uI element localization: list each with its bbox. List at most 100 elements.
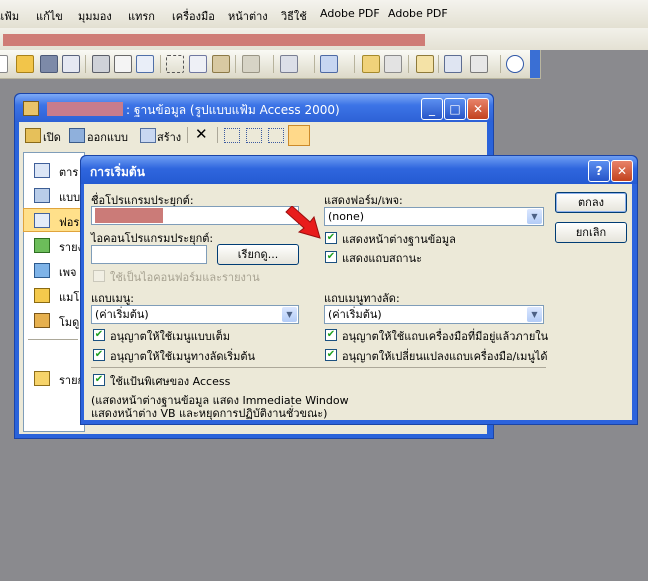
paste-icon[interactable] — [212, 55, 230, 73]
menu-help[interactable]: วิธีใช้ — [281, 7, 307, 25]
large-icons-icon[interactable] — [224, 128, 240, 143]
close-button[interactable]: ✕ — [611, 160, 633, 182]
print-icon[interactable] — [92, 55, 110, 73]
dialog-body: ชื่อโปรแกรมประยุกต์: ไอคอนโปรแกรมประยุกต… — [84, 184, 632, 420]
sidebar-item-queries[interactable]: แบบ — [24, 184, 82, 206]
new-icon[interactable] — [0, 55, 8, 73]
sidebar-item-label: เพจ — [59, 266, 77, 279]
favorites-icon — [34, 371, 50, 386]
allow-builtin-toolbars-label: อนุญาตให้ใช้แถบเครื่องมือที่มีอยู่แล้วภา… — [342, 330, 549, 343]
allow-default-shortcut-checkbox[interactable]: ✔ — [93, 349, 105, 361]
redaction-bar — [3, 34, 425, 46]
startup-dialog: การเริ่มต้น ? ✕ ชื่อโปรแกรมประยุกต์: ไอค… — [80, 155, 638, 425]
allow-full-menus-checkbox[interactable]: ✔ — [93, 329, 105, 341]
objects-sidebar: ตาร แบบ ฟอร รายง เพจ แมโ โมดู รายก — [23, 152, 85, 432]
office-links-icon[interactable] — [280, 55, 298, 73]
display-form-select[interactable]: (none) ▼ — [324, 207, 544, 226]
ok-button[interactable]: ตกลง — [555, 192, 627, 213]
menu-adobe-pdf-1[interactable]: Adobe PDF — [320, 7, 380, 20]
save-icon[interactable] — [40, 55, 58, 73]
search-file-icon[interactable] — [62, 55, 80, 73]
use-icon-checkbox[interactable] — [93, 270, 105, 282]
use-special-keys-checkbox[interactable]: ✔ — [93, 374, 105, 386]
shortcut-menu-select[interactable]: (ค่าเริ่มต้น) ▼ — [324, 305, 544, 324]
app-icon-input[interactable] — [91, 245, 207, 264]
toolbar-separator — [160, 55, 161, 73]
allow-builtin-toolbars-checkbox[interactable]: ✔ — [325, 329, 337, 341]
design-button[interactable]: ออกแบบ — [87, 128, 128, 146]
menu-bar-value: (ค่าเริ่มต้น) — [95, 308, 149, 321]
menu-tools[interactable]: เครื่องมือ — [172, 7, 215, 25]
menu-edit[interactable]: แก้ไข — [36, 7, 63, 25]
standard-toolbar — [0, 50, 541, 79]
allow-toolbar-changes-checkbox[interactable]: ✔ — [325, 349, 337, 361]
app-title-input[interactable] — [91, 206, 299, 225]
create-button[interactable]: สร้าง — [157, 128, 181, 146]
cut-icon[interactable] — [166, 55, 184, 73]
toolbar-separator — [438, 55, 439, 73]
analyze-icon[interactable] — [320, 55, 338, 73]
show-status-bar-label: แสดงแถบสถานะ — [342, 252, 423, 265]
show-status-bar-checkbox[interactable]: ✔ — [325, 251, 337, 263]
sidebar-item-label: โมดู — [59, 316, 80, 329]
reports-icon — [34, 238, 50, 253]
sidebar-item-label: แบบ — [59, 191, 81, 204]
open-button[interactable]: เปิด — [43, 128, 61, 146]
allow-full-menus-label: อนุญาตให้ใช้เมนูแบบเต็ม — [110, 330, 231, 343]
open-icon[interactable] — [16, 55, 34, 73]
dialog-titlebar[interactable]: การเริ่มต้น ? ✕ — [81, 156, 637, 184]
menu-bar-select[interactable]: (ค่าเริ่มต้น) ▼ — [91, 305, 299, 324]
show-db-window-checkbox[interactable]: ✔ — [325, 232, 337, 244]
toolbar-separator — [408, 55, 409, 73]
properties-icon[interactable] — [384, 55, 402, 73]
sidebar-item-favorites[interactable]: รายก — [24, 367, 84, 389]
modules-icon — [34, 313, 50, 328]
menu-window[interactable]: หน้าต่าง — [228, 7, 268, 25]
special-keys-note-2: แสดงหน้าต่าง VB และหยุดการปฏิบัติงานชั่ว… — [91, 407, 328, 420]
delete-icon[interactable]: ✕ — [195, 125, 208, 143]
toolbar-options-grip[interactable] — [530, 50, 540, 78]
menu-file[interactable]: แฟ้ม — [0, 7, 19, 25]
divider — [91, 367, 546, 368]
relationships-icon[interactable] — [416, 55, 434, 73]
small-icons-icon[interactable] — [246, 128, 262, 143]
allow-default-shortcut-label: อนุญาตให้ใช้เมนูทางลัดเริ่มต้น — [110, 350, 256, 363]
menu-insert[interactable]: แทรก — [128, 7, 155, 25]
analyze-table-icon[interactable] — [470, 55, 488, 73]
app-title-redaction — [95, 208, 163, 223]
toolbar-separator — [273, 55, 274, 73]
chevron-down-icon[interactable]: ▼ — [282, 307, 297, 322]
database-window-titlebar[interactable]: : ฐานข้อมูล (รูปแบบแฟ้ม Access 2000) _ □… — [15, 94, 493, 122]
menu-view[interactable]: มุมมอง — [78, 7, 112, 25]
spelling-icon[interactable] — [136, 55, 154, 73]
close-button[interactable]: ✕ — [467, 98, 489, 120]
help-button[interactable]: ? — [588, 160, 610, 182]
new-object-icon[interactable] — [444, 55, 462, 73]
list-icon[interactable] — [268, 128, 284, 143]
title-redaction — [47, 102, 123, 116]
sidebar-divider — [28, 339, 78, 340]
menu-bar: แฟ้ม แก้ไข มุมมอง แทรก เครื่องมือ หน้าต่… — [0, 0, 648, 29]
cancel-button[interactable]: ยกเลิก — [555, 222, 627, 243]
copy-icon[interactable] — [189, 55, 207, 73]
minimize-button[interactable]: _ — [421, 98, 443, 120]
menu-adobe-pdf-2[interactable]: Adobe PDF — [388, 7, 448, 20]
code-icon[interactable] — [362, 55, 380, 73]
undo-icon[interactable] — [242, 55, 260, 73]
chevron-down-icon[interactable]: ▼ — [527, 209, 542, 224]
help-icon[interactable] — [506, 55, 524, 73]
sidebar-item-label: ฟอร — [59, 216, 80, 229]
sidebar-item-forms[interactable]: ฟอร — [23, 208, 83, 232]
sidebar-item-pages[interactable]: เพจ — [24, 259, 82, 281]
chevron-down-icon[interactable]: ▼ — [527, 307, 542, 322]
maximize-button[interactable]: □ — [444, 98, 466, 120]
sidebar-item-modules[interactable]: โมดู — [24, 309, 82, 331]
database-window-title: : ฐานข้อมูล (รูปแบบแฟ้ม Access 2000) — [126, 103, 340, 117]
browse-button[interactable]: เรียกดู... — [217, 244, 299, 265]
sidebar-item-tables[interactable]: ตาร — [24, 159, 82, 181]
sidebar-item-reports[interactable]: รายง — [24, 234, 83, 256]
print-preview-icon[interactable] — [114, 55, 132, 73]
display-form-value: (none) — [328, 210, 365, 223]
details-icon[interactable] — [288, 125, 310, 146]
sidebar-item-macros[interactable]: แมโ — [24, 284, 82, 306]
